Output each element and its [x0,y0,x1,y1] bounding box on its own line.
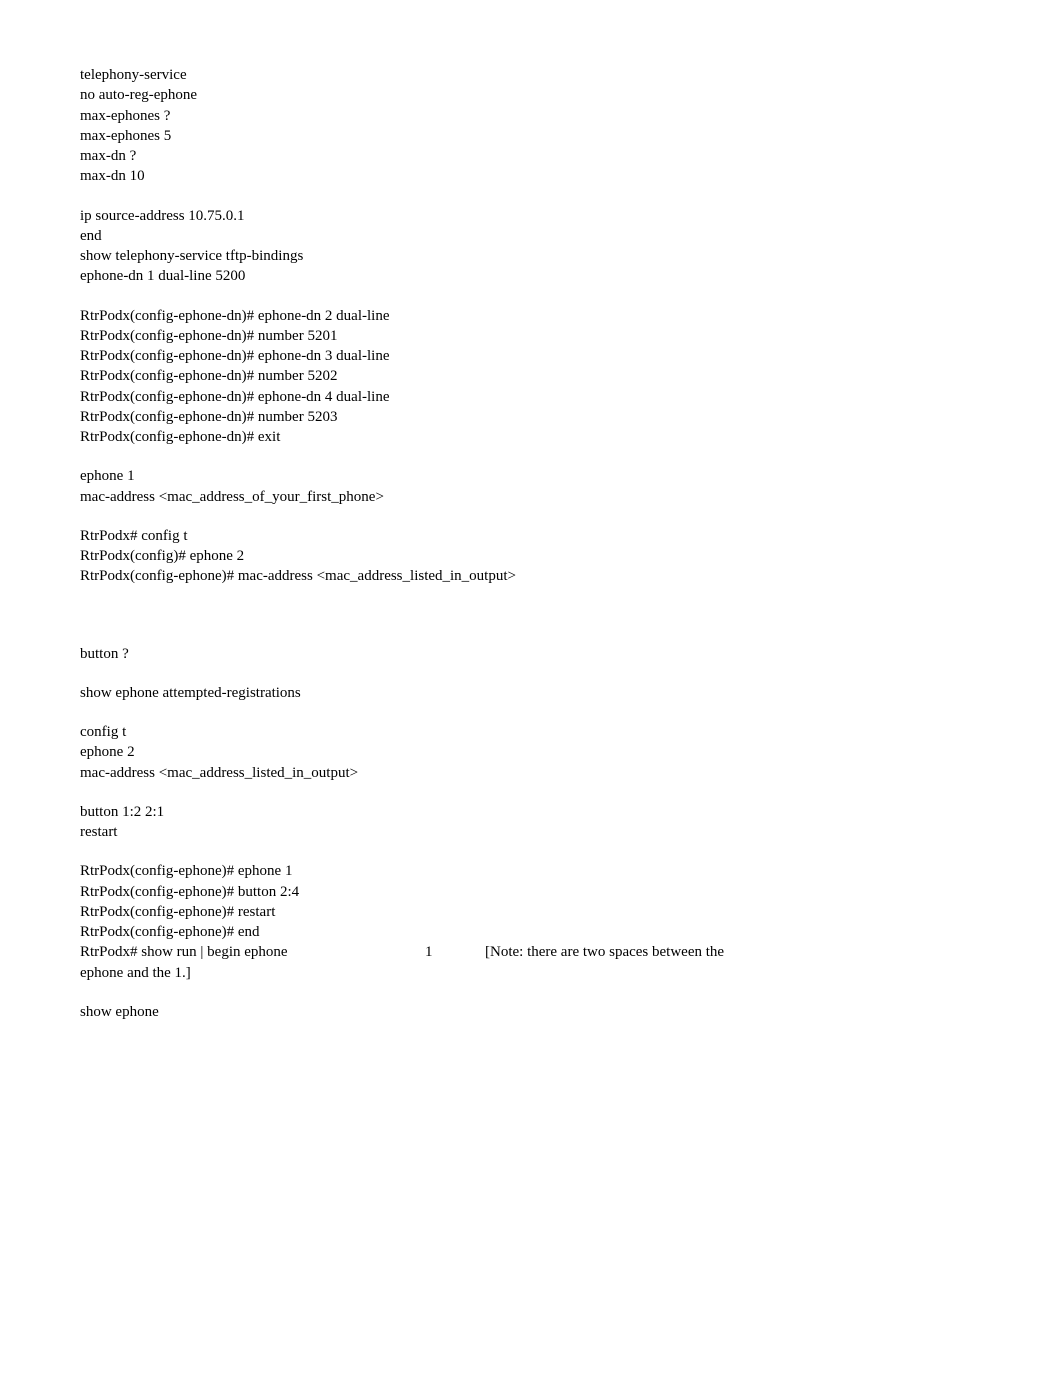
blank-line [80,842,982,861]
text-line: RtrPodx(config-ephone)# end [80,922,982,942]
text-line: ip source-address 10.75.0.1 [80,206,982,226]
text-line: RtrPodx(config-ephone-dn)# ephone-dn 3 d… [80,346,982,366]
blank-line [80,664,982,683]
text-line: no auto-reg-ephone [80,85,982,105]
text-line: show ephone [80,1002,982,1022]
text-line: telephony-service [80,65,982,85]
text-line: RtrPodx(config-ephone)# mac-address <mac… [80,566,982,586]
text-line: RtrPodx(config-ephone)# restart [80,902,982,922]
text-line: RtrPodx# config t [80,526,982,546]
text-line: RtrPodx(config)# ephone 2 [80,546,982,566]
text-line: button 1:2 2:1 [80,802,982,822]
text-line: ephone-dn 1 dual-line 5200 [80,266,982,286]
blank-line [80,187,982,206]
text-line: mac-address <mac_address_listed_in_outpu… [80,763,982,783]
text-line: restart [80,822,982,842]
text-line: ephone 2 [80,742,982,762]
note-command: RtrPodx# show run | begin ephone [80,942,425,962]
document-body: telephony-service no auto-reg-ephone max… [80,65,982,1022]
text-line: RtrPodx(config-ephone)# button 2:4 [80,882,982,902]
blank-line [80,606,982,625]
blank-line [80,783,982,802]
text-line: RtrPodx(config-ephone-dn)# number 5203 [80,407,982,427]
blank-line [80,287,982,306]
text-line: max-dn 10 [80,166,982,186]
blank-line [80,507,982,526]
text-line: RtrPodx(config-ephone-dn)# ephone-dn 2 d… [80,306,982,326]
note-text: [Note: there are two spaces between the [485,942,724,962]
text-line: max-ephones ? [80,106,982,126]
text-line: RtrPodx(config-ephone-dn)# number 5201 [80,326,982,346]
blank-line [80,983,982,1002]
text-line: button ? [80,644,982,664]
text-line: max-dn ? [80,146,982,166]
text-line: mac-address <mac_address_of_your_first_p… [80,487,982,507]
note-number: 1 [425,942,485,962]
blank-line [80,625,982,644]
text-line: end [80,226,982,246]
blank-line [80,587,982,606]
blank-line [80,703,982,722]
text-line: RtrPodx(config-ephone-dn)# exit [80,427,982,447]
note-row: RtrPodx# show run | begin ephone 1 [Note… [80,942,982,962]
blank-line [80,447,982,466]
text-line: max-ephones 5 [80,126,982,146]
text-line: ephone 1 [80,466,982,486]
text-line: show ephone attempted-registrations [80,683,982,703]
text-line: ephone and the 1.] [80,963,982,983]
text-line: RtrPodx(config-ephone)# ephone 1 [80,861,982,881]
text-line: config t [80,722,982,742]
text-line: RtrPodx(config-ephone-dn)# number 5202 [80,366,982,386]
text-line: show telephony-service tftp-bindings [80,246,982,266]
text-line: RtrPodx(config-ephone-dn)# ephone-dn 4 d… [80,387,982,407]
